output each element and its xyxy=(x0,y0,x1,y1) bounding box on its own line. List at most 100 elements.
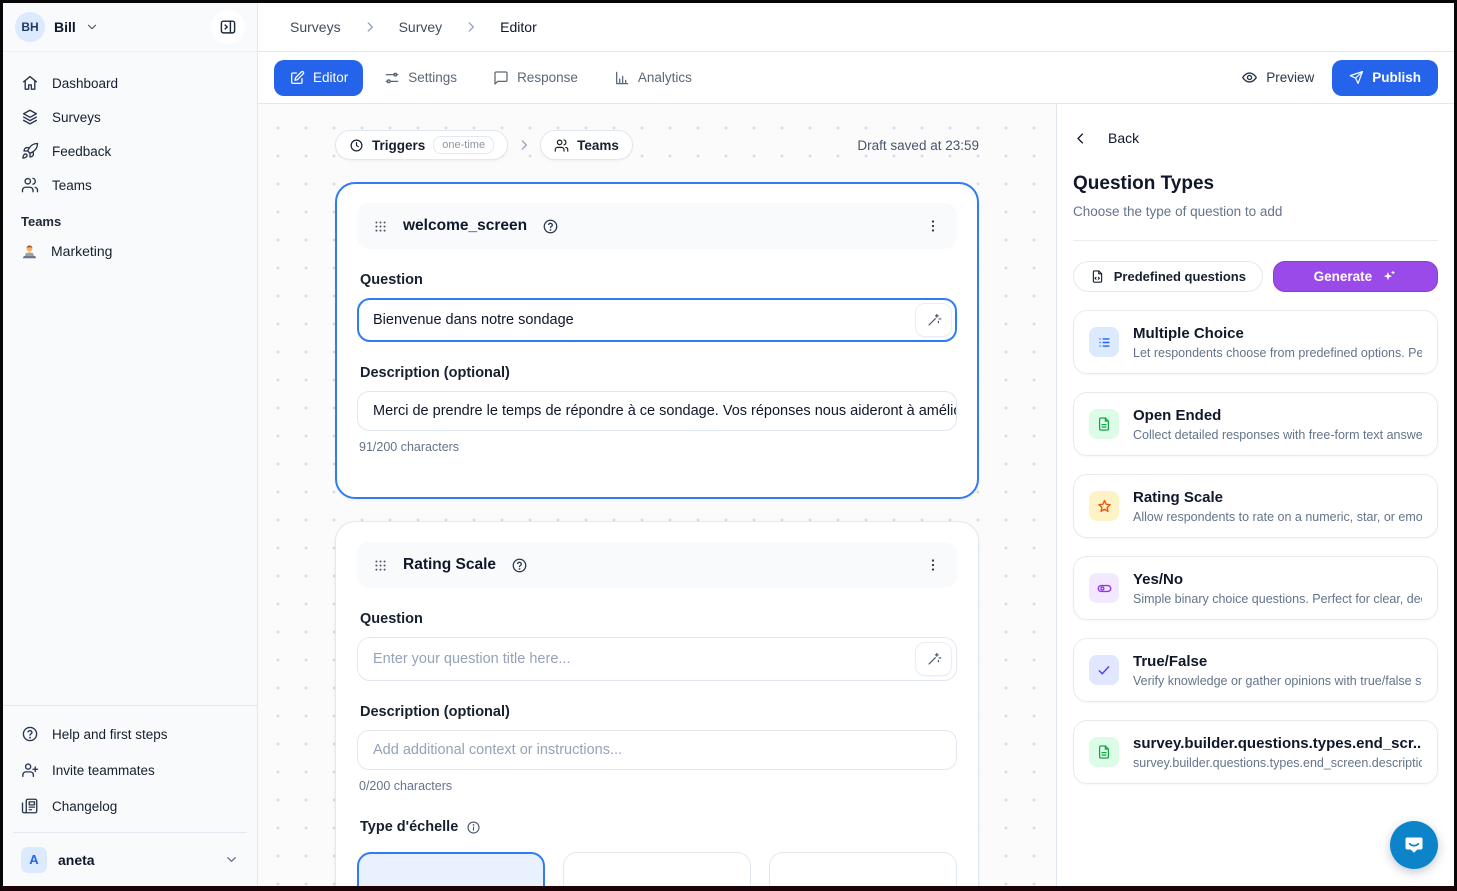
sidebar-item-changelog[interactable]: Changelog xyxy=(13,788,247,824)
description-input[interactable]: Add additional context or instructions..… xyxy=(357,730,957,770)
card-title: Rating Scale xyxy=(403,556,496,574)
scale-type-label-row: Type d'échelle xyxy=(360,819,954,835)
chevron-down-icon xyxy=(224,852,239,867)
sidebar-collapse-button[interactable] xyxy=(211,10,245,44)
account-menu[interactable]: A aneta xyxy=(13,832,247,886)
teams-section-label: Teams xyxy=(13,202,247,233)
sidebar-item-label: Help and first steps xyxy=(52,727,168,742)
magic-wand-button[interactable] xyxy=(915,303,952,337)
card-header: Rating Scale xyxy=(357,542,957,588)
workspace-avatar: BH xyxy=(15,12,45,42)
preview-button[interactable]: Preview xyxy=(1241,69,1314,86)
magic-wand-button[interactable] xyxy=(915,642,952,676)
teams-chip-label: Teams xyxy=(577,138,619,153)
workspace-switcher[interactable]: BH Bill xyxy=(3,3,257,52)
question-title-input[interactable]: Bienvenue dans notre sondage xyxy=(357,298,957,342)
main-area: Surveys Survey Editor Editor Settings Re… xyxy=(258,3,1454,886)
sidebar-item-surveys[interactable]: Surveys xyxy=(13,100,247,134)
tab-editor[interactable]: Editor xyxy=(274,60,363,96)
scale-type-options: # Numeric Stars xyxy=(357,852,957,886)
layers-icon xyxy=(21,108,39,126)
question-type-yes-no[interactable]: Yes/No Simple binary choice questions. P… xyxy=(1073,556,1438,620)
sidebar-item-help[interactable]: Help and first steps xyxy=(13,716,247,752)
description-field-label: Description (optional) xyxy=(360,704,954,720)
users-icon xyxy=(21,176,39,194)
breadcrumb-editor[interactable]: Editor xyxy=(500,19,537,35)
question-type-true-false[interactable]: True/False Verify knowledge or gather op… xyxy=(1073,638,1438,702)
sidebar-item-dashboard[interactable]: Dashboard xyxy=(13,66,247,100)
user-plus-icon xyxy=(21,761,39,779)
description-input[interactable]: Merci de prendre le temps de répondre à … xyxy=(357,391,957,431)
scale-option-stars[interactable]: Stars xyxy=(563,852,751,886)
sidebar-item-feedback[interactable]: Feedback xyxy=(13,134,247,168)
sidebar-item-invite[interactable]: Invite teammates xyxy=(13,752,247,788)
workspace-name: Bill xyxy=(54,19,76,35)
question-help-icon[interactable] xyxy=(542,218,559,235)
question-card-welcome-screen[interactable]: welcome_screen Question Bienvenue dans n… xyxy=(335,182,979,499)
canvas-chips-row: Triggers one-time Teams Draft saved at 2… xyxy=(335,130,979,160)
chevron-left-icon xyxy=(1073,131,1088,146)
question-type-rating-scale[interactable]: Rating Scale Allow respondents to rate o… xyxy=(1073,474,1438,538)
scale-option-numeric[interactable]: # Numeric xyxy=(357,852,545,886)
question-title-value: Bienvenue dans notre sondage xyxy=(373,312,574,328)
tab-label: Analytics xyxy=(638,70,692,85)
tab-response[interactable]: Response xyxy=(478,60,593,96)
question-help-icon[interactable] xyxy=(511,557,528,574)
chat-bubble-smile-icon xyxy=(1402,833,1426,857)
sidebar-item-marketing[interactable]: Marketing xyxy=(13,233,247,269)
teams-chip[interactable]: Teams xyxy=(540,130,633,160)
preview-label: Preview xyxy=(1266,70,1314,85)
panel-collapse-icon xyxy=(219,18,237,36)
check-icon xyxy=(1089,655,1119,685)
breadcrumb-surveys[interactable]: Surveys xyxy=(290,19,341,35)
card-menu-icon[interactable] xyxy=(925,218,941,234)
triggers-chip[interactable]: Triggers one-time xyxy=(335,130,508,160)
question-type-end-screen[interactable]: survey.builder.questions.types.end_scr..… xyxy=(1073,720,1438,784)
type-title: True/False xyxy=(1133,653,1422,670)
panel-title: Question Types xyxy=(1073,173,1438,195)
back-label: Back xyxy=(1108,130,1139,146)
breadcrumb-survey[interactable]: Survey xyxy=(399,19,443,35)
publish-label: Publish xyxy=(1372,70,1421,85)
file-text-icon xyxy=(1090,269,1105,284)
card-menu-icon[interactable] xyxy=(925,557,941,573)
question-type-multiple-choice[interactable]: Multiple Choice Let respondents choose f… xyxy=(1073,310,1438,374)
type-description: Simple binary choice questions. Perfect … xyxy=(1133,592,1422,606)
sidebar-item-teams[interactable]: Teams xyxy=(13,168,247,202)
scale-option-emoji[interactable]: Emoji xyxy=(769,852,957,886)
publish-button[interactable]: Publish xyxy=(1332,60,1438,96)
generate-button[interactable]: Generate xyxy=(1273,261,1438,292)
tab-label: Response xyxy=(517,70,578,85)
chevron-right-icon xyxy=(517,138,531,152)
type-description: Allow respondents to rate on a numeric, … xyxy=(1133,510,1422,524)
type-description: Collect detailed responses with free-for… xyxy=(1133,428,1422,442)
back-button[interactable]: Back xyxy=(1057,130,1454,146)
drag-handle-icon[interactable] xyxy=(373,558,388,573)
sidebar-item-label: Marketing xyxy=(51,243,112,259)
chat-bubble-icon xyxy=(493,70,509,86)
question-title-input[interactable]: Enter your question title here... xyxy=(357,637,957,681)
sidebar-item-label: Dashboard xyxy=(52,76,118,91)
tab-label: Editor xyxy=(313,70,348,85)
account-name: aneta xyxy=(58,852,95,868)
builder-canvas: Triggers one-time Teams Draft saved at 2… xyxy=(258,104,1056,886)
question-card-rating-scale[interactable]: Rating Scale Question Enter your questio… xyxy=(335,521,979,886)
file-text-icon xyxy=(1089,409,1119,439)
file-text-icon xyxy=(1089,737,1119,767)
panel-actions: Predefined questions Generate xyxy=(1073,261,1438,292)
predefined-questions-button[interactable]: Predefined questions xyxy=(1073,261,1263,292)
drag-handle-icon[interactable] xyxy=(373,219,388,234)
info-icon[interactable] xyxy=(466,820,481,835)
generate-label: Generate xyxy=(1314,269,1373,284)
sliders-icon xyxy=(384,70,400,86)
question-type-open-ended[interactable]: Open Ended Collect detailed responses wi… xyxy=(1073,392,1438,456)
trigger-frequency-badge: one-time xyxy=(433,136,494,154)
tab-analytics[interactable]: Analytics xyxy=(599,60,707,96)
type-title: Rating Scale xyxy=(1133,489,1422,506)
technologist-emoji-icon xyxy=(21,243,38,260)
users-icon xyxy=(554,138,569,153)
question-types-panel: Back Question Types Choose the type of q… xyxy=(1056,104,1454,886)
tab-settings[interactable]: Settings xyxy=(369,60,472,96)
chat-widget-button[interactable] xyxy=(1390,821,1438,869)
question-field-label: Question xyxy=(360,272,954,288)
